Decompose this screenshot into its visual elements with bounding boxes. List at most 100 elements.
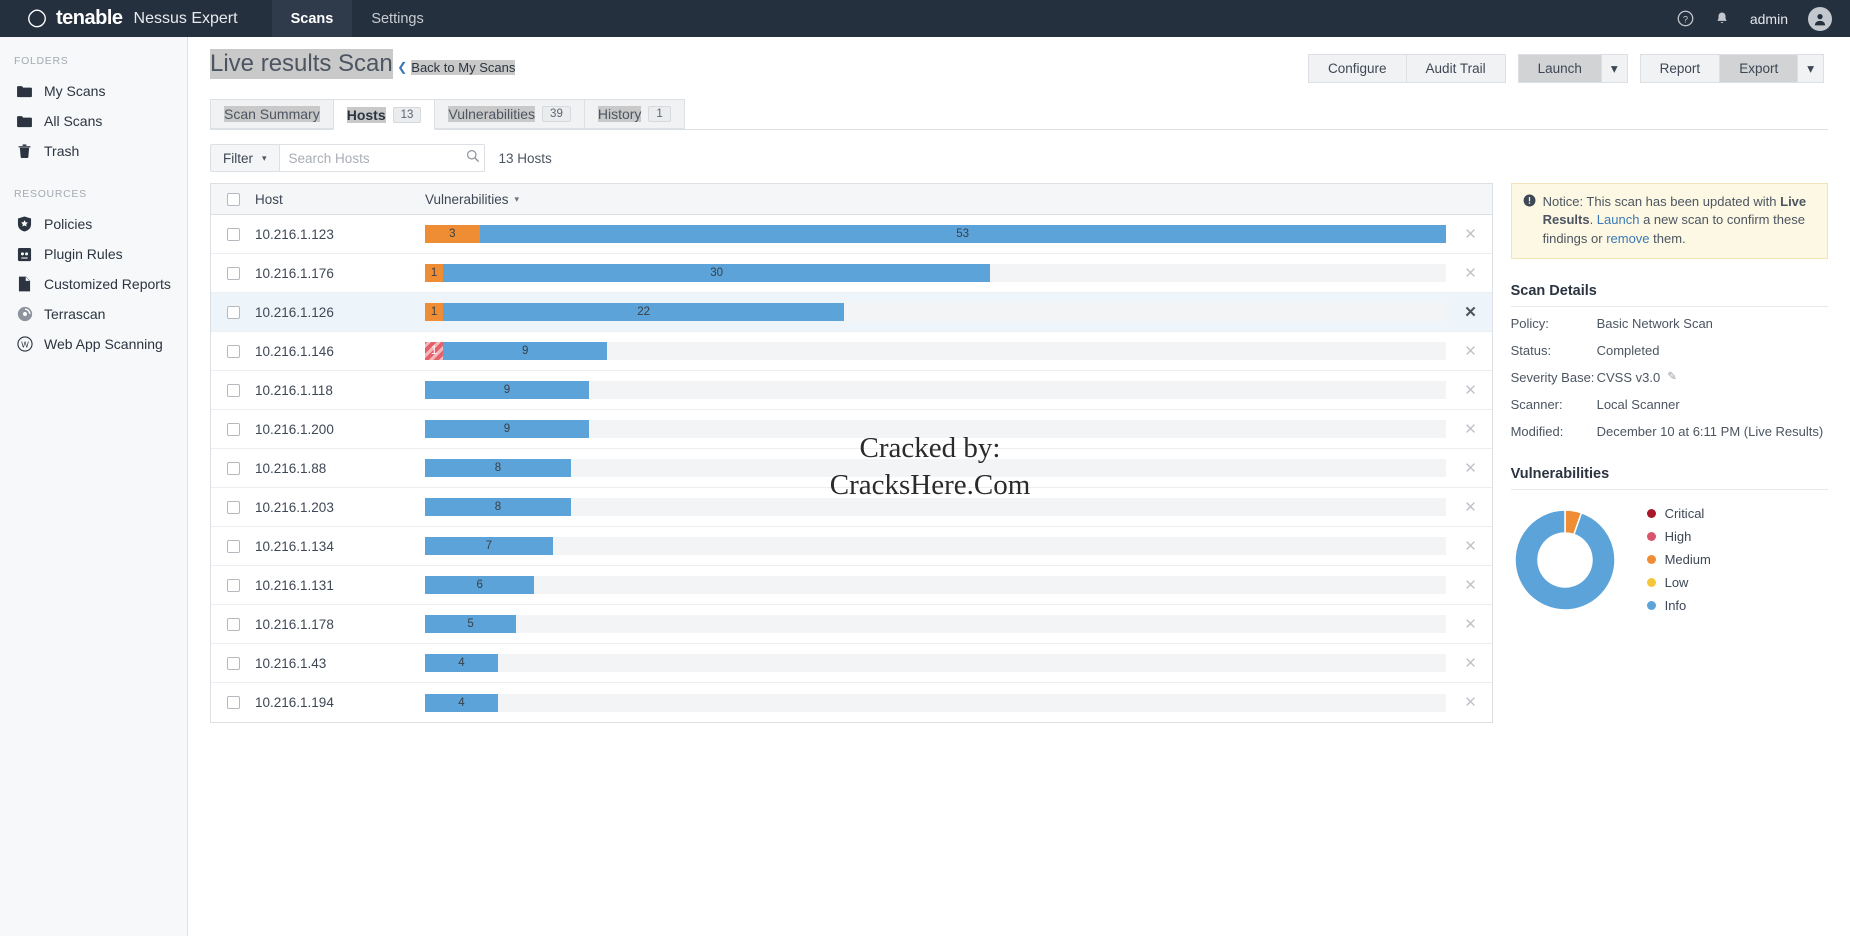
export-button[interactable]: Export [1720,54,1799,83]
close-x-icon[interactable]: ✕ [1464,617,1477,632]
severity-segment-info[interactable]: 4 [425,693,498,712]
column-header-vulnerabilities[interactable]: Vulnerabilities ▾ [425,192,1450,207]
tab-hosts[interactable]: Hosts 13 [332,99,436,130]
row-checkbox[interactable] [226,656,240,670]
table-row[interactable]: 10.216.1.131 6 ✕ [211,566,1492,605]
row-checkbox[interactable] [226,617,240,631]
severity-segment-info[interactable]: 9 [425,381,590,399]
configure-button[interactable]: Configure [1308,54,1407,83]
sidebar-item-customized-reports[interactable]: Customized Reports [0,269,187,299]
severity-segment-medium[interactable]: 1 [425,303,444,321]
host-address-cell[interactable]: 10.216.1.176 [255,266,425,281]
search-icon[interactable] [466,149,480,168]
severity-segment-info[interactable]: 53 [479,225,1446,243]
row-checkbox[interactable] [226,578,240,592]
host-address-cell[interactable]: 10.216.1.146 [255,344,425,359]
table-row[interactable]: 10.216.1.203 8 ✕ [211,488,1492,527]
close-x-icon[interactable]: ✕ [1464,305,1477,320]
back-to-my-scans-link[interactable]: ❮ Back to My Scans [397,59,516,75]
table-row[interactable]: 10.216.1.88 8 ✕ [211,449,1492,488]
row-checkbox[interactable] [226,266,240,280]
column-header-host[interactable]: Host [255,192,425,207]
table-row[interactable]: 10.216.1.134 7 ✕ [211,527,1492,566]
table-row[interactable]: 10.216.1.176 1 30 ✕ [211,254,1492,293]
close-x-icon[interactable]: ✕ [1464,539,1477,554]
legend-item[interactable]: Info [1646,598,1711,613]
close-x-icon[interactable]: ✕ [1464,344,1477,359]
row-checkbox[interactable] [226,500,240,514]
host-address-cell[interactable]: 10.216.1.178 [255,617,425,632]
close-x-icon[interactable]: ✕ [1464,383,1477,398]
host-address-cell[interactable]: 10.216.1.194 [255,695,425,710]
search-hosts-field[interactable] [279,144,485,172]
legend-item[interactable]: Medium [1646,552,1711,567]
notice-remove-link[interactable]: remove [1606,231,1649,246]
legend-item[interactable]: Critical [1646,506,1711,521]
table-row[interactable]: 10.216.1.194 4 ✕ [211,683,1492,722]
severity-segment-info[interactable]: 9 [425,420,590,438]
row-checkbox[interactable] [226,305,240,319]
sidebar-item-policies[interactable]: Policies [0,209,187,239]
audit-trail-button[interactable]: Audit Trail [1406,54,1506,83]
launch-dropdown-chevron-down-icon[interactable]: ▾ [1601,54,1628,83]
export-dropdown-chevron-down-icon[interactable]: ▾ [1798,54,1824,83]
severity-segment-info[interactable]: 4 [425,654,498,672]
sidebar-item-all-scans[interactable]: All Scans [0,106,187,136]
select-all-checkbox[interactable] [226,192,240,206]
launch-button[interactable]: Launch [1517,54,1602,83]
close-x-icon[interactable]: ✕ [1464,461,1477,476]
user-name-label[interactable]: admin [1750,11,1788,27]
host-address-cell[interactable]: 10.216.1.126 [255,305,425,320]
tab-history[interactable]: History 1 [583,99,685,129]
sidebar-item-my-scans[interactable]: My Scans [0,76,187,106]
severity-segment-info[interactable]: 30 [443,264,990,282]
pencil-edit-icon[interactable]: ✎ [1667,369,1677,386]
severity-segment-medium[interactable]: 1 [425,264,444,282]
table-row[interactable]: 10.216.1.178 5 ✕ [211,605,1492,644]
severity-segment-info[interactable]: 22 [443,303,845,321]
severity-segment-info[interactable]: 6 [425,576,535,594]
severity-segment-medium[interactable]: 3 [425,225,480,243]
table-row[interactable]: 10.216.1.43 4 ✕ [211,644,1492,683]
help-circle-icon[interactable]: ? [1677,10,1694,27]
sidebar-item-trash[interactable]: Trash [0,136,187,166]
table-row[interactable]: 10.216.1.118 9 ✕ [211,371,1492,410]
table-row[interactable]: 10.216.1.126 1 22 ✕ [211,293,1492,332]
close-x-icon[interactable]: ✕ [1464,500,1477,515]
close-x-icon[interactable]: ✕ [1464,578,1477,593]
table-row[interactable]: 10.216.1.146 1 9 ✕ [211,332,1492,371]
sidebar-item-web-app-scanning[interactable]: W Web App Scanning [0,329,187,359]
tab-vulnerabilities[interactable]: Vulnerabilities 39 [434,99,585,129]
notification-bell-icon[interactable] [1714,10,1730,27]
host-address-cell[interactable]: 10.216.1.88 [255,461,425,476]
row-checkbox[interactable] [226,344,240,358]
row-checkbox[interactable] [226,227,240,241]
search-input[interactable] [288,150,466,166]
nav-item-scans[interactable]: Scans [271,0,353,37]
row-checkbox[interactable] [226,383,240,397]
tab-scan-summary[interactable]: Scan Summary [210,99,334,129]
legend-item[interactable]: High [1646,529,1711,544]
donut-slice-info[interactable] [1513,508,1616,611]
user-avatar-icon[interactable] [1808,6,1832,31]
sidebar-item-plugin-rules[interactable]: Plugin Rules [0,239,187,269]
host-address-cell[interactable]: 10.216.1.203 [255,500,425,515]
severity-segment-info[interactable]: 5 [425,615,517,633]
host-address-cell[interactable]: 10.216.1.131 [255,578,425,593]
filter-button[interactable]: Filter ▾ [210,144,280,172]
close-x-icon[interactable]: ✕ [1464,695,1477,710]
report-button[interactable]: Report [1639,54,1721,83]
row-checkbox[interactable] [226,422,240,436]
severity-segment-info[interactable]: 8 [425,459,571,477]
host-address-cell[interactable]: 10.216.1.134 [255,539,425,554]
close-x-icon[interactable]: ✕ [1464,266,1477,281]
table-row[interactable]: 10.216.1.123 3 53 ✕ [211,215,1492,254]
severity-segment-info[interactable]: 9 [443,342,608,360]
severity-segment-striped[interactable]: 1 [425,342,444,360]
close-x-icon[interactable]: ✕ [1464,227,1477,242]
sidebar-item-terrascan[interactable]: Terrascan [0,299,187,329]
severity-segment-info[interactable]: 7 [425,537,553,555]
nav-item-settings[interactable]: Settings [352,0,442,37]
notice-launch-link[interactable]: Launch [1597,212,1640,227]
host-address-cell[interactable]: 10.216.1.123 [255,227,425,242]
